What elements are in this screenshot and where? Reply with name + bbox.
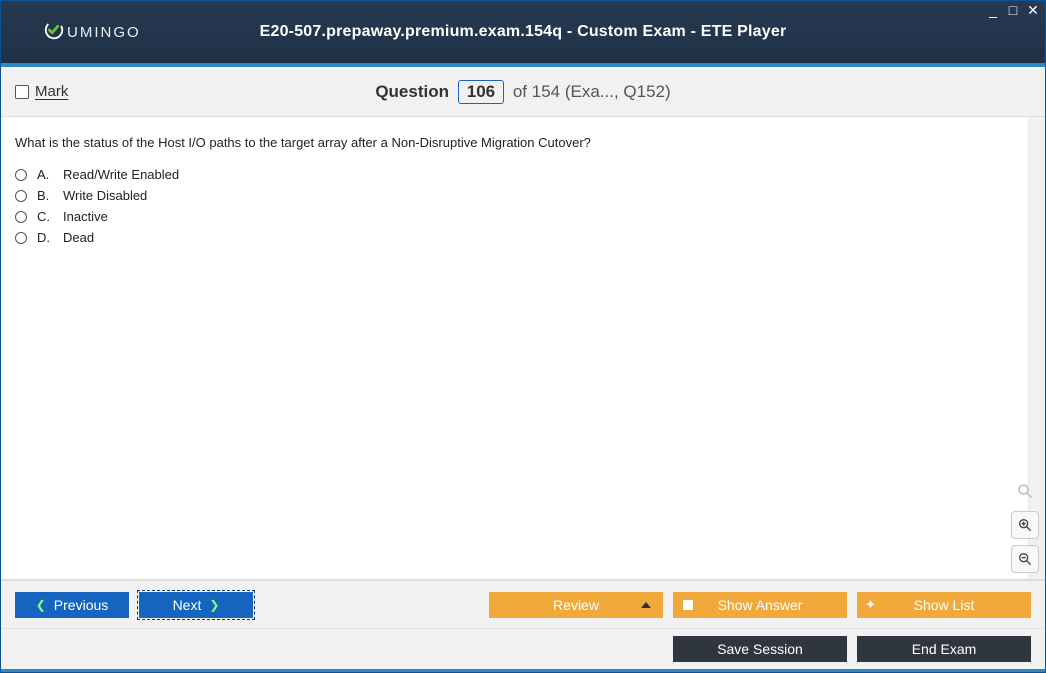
close-button[interactable]: ✕ <box>1025 3 1041 17</box>
choice-text: Inactive <box>63 209 108 224</box>
minimize-button[interactable]: _ <box>985 3 1001 17</box>
save-session-button[interactable]: Save Session <box>673 636 847 662</box>
nav-footer: ❮ Previous Next ❯ Review Show Answer ✦ S… <box>1 580 1045 628</box>
search-icon[interactable] <box>1011 477 1039 505</box>
zoom-tools <box>1011 477 1039 573</box>
app-window: _ □ ✕ UMINGO E20-507.prepaway.premium.ex… <box>0 0 1046 673</box>
question-meta: (Exa..., Q152) <box>565 82 671 101</box>
previous-button[interactable]: ❮ Previous <box>15 592 129 618</box>
next-button[interactable]: Next ❯ <box>139 592 253 618</box>
mark-control[interactable]: Mark <box>15 83 68 100</box>
square-icon <box>683 600 693 610</box>
review-label: Review <box>553 597 599 613</box>
choices-list: A. Read/Write Enabled B. Write Disabled … <box>15 164 1013 248</box>
question-number-input[interactable]: 106 <box>458 80 504 104</box>
radio-icon[interactable] <box>15 211 27 223</box>
content-area: What is the status of the Host I/O paths… <box>1 117 1045 580</box>
puzzle-icon: ✦ <box>865 597 876 613</box>
choice-letter: A. <box>37 167 53 182</box>
radio-icon[interactable] <box>15 232 27 244</box>
chevron-up-icon <box>641 602 651 608</box>
choice-letter: C. <box>37 209 53 224</box>
show-list-button[interactable]: ✦ Show List <box>857 592 1031 618</box>
radio-icon[interactable] <box>15 190 27 202</box>
choice-text: Read/Write Enabled <box>63 167 179 182</box>
window-controls: _ □ ✕ <box>985 3 1041 17</box>
choice-letter: D. <box>37 230 53 245</box>
chevron-left-icon: ❮ <box>36 598 46 612</box>
review-button[interactable]: Review <box>489 592 663 618</box>
choice-text: Dead <box>63 230 94 245</box>
session-footer: Save Session End Exam <box>1 628 1045 672</box>
question-total: of 154 <box>513 82 560 101</box>
end-exam-label: End Exam <box>912 641 977 657</box>
end-exam-button[interactable]: End Exam <box>857 636 1031 662</box>
mark-checkbox[interactable] <box>15 85 29 99</box>
zoom-in-button[interactable] <box>1011 511 1039 539</box>
previous-label: Previous <box>54 597 108 613</box>
choice-letter: B. <box>37 188 53 203</box>
choice-b[interactable]: B. Write Disabled <box>15 185 1013 206</box>
question-text: What is the status of the Host I/O paths… <box>15 135 1013 150</box>
question-counter: Question 106 of 154 (Exa..., Q152) <box>1 80 1045 104</box>
next-label: Next <box>173 597 202 613</box>
show-answer-button[interactable]: Show Answer <box>673 592 847 618</box>
maximize-button[interactable]: □ <box>1005 3 1021 17</box>
show-answer-label: Show Answer <box>718 597 803 613</box>
chevron-right-icon: ❯ <box>209 598 219 612</box>
choice-c[interactable]: C. Inactive <box>15 206 1013 227</box>
mark-label: Mark <box>35 83 68 100</box>
zoom-out-button[interactable] <box>1011 545 1039 573</box>
save-session-label: Save Session <box>717 641 803 657</box>
window-title: E20-507.prepaway.premium.exam.154q - Cus… <box>1 23 1045 41</box>
question-body: What is the status of the Host I/O paths… <box>1 117 1027 266</box>
show-list-label: Show List <box>914 597 975 613</box>
choice-a[interactable]: A. Read/Write Enabled <box>15 164 1013 185</box>
choice-text: Write Disabled <box>63 188 147 203</box>
choice-d[interactable]: D. Dead <box>15 227 1013 248</box>
radio-icon[interactable] <box>15 169 27 181</box>
question-bar: Mark Question 106 of 154 (Exa..., Q152) <box>1 67 1045 117</box>
titlebar: _ □ ✕ UMINGO E20-507.prepaway.premium.ex… <box>1 1 1045 63</box>
question-word: Question <box>375 82 449 101</box>
